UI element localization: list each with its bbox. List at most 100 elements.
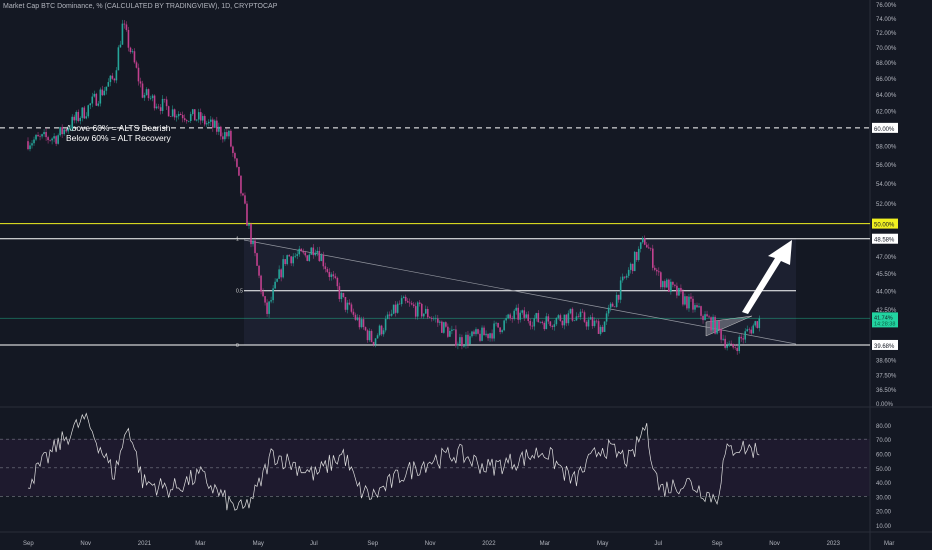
candle — [537, 313, 540, 323]
candle — [141, 83, 144, 98]
candle — [208, 121, 210, 124]
candle — [81, 107, 84, 118]
candle — [151, 95, 154, 99]
candle — [465, 334, 467, 347]
candle — [742, 338, 745, 340]
candle — [193, 109, 196, 121]
candle — [519, 312, 522, 320]
candle — [475, 329, 477, 335]
candle — [354, 314, 357, 320]
candle — [730, 343, 732, 345]
candle — [651, 248, 654, 268]
time-tick-label: 2023 — [827, 541, 841, 547]
chart-svg[interactable]: 76.00% 74.00% 72.00% 70.00% 68.00% 66.00% 64.0… — [0, 0, 932, 550]
candle — [676, 285, 678, 296]
candle — [589, 317, 592, 320]
candle — [222, 136, 224, 140]
candle — [525, 314, 528, 318]
candle — [553, 324, 556, 327]
candle — [684, 296, 686, 305]
price-tick-label: 47.00% — [876, 255, 897, 261]
candle — [47, 137, 49, 141]
candle — [95, 93, 98, 106]
candle — [195, 119, 198, 121]
time-tick-label: Jul — [654, 541, 662, 547]
candle — [463, 346, 465, 347]
candle — [197, 112, 200, 120]
candle — [621, 276, 624, 281]
candle — [511, 318, 513, 320]
candle — [571, 308, 574, 321]
fib-label: 0 — [236, 343, 239, 349]
candle — [310, 247, 313, 255]
candle — [143, 95, 146, 98]
candle — [579, 311, 582, 318]
candle — [254, 240, 256, 254]
candle — [185, 120, 188, 122]
candle — [726, 345, 728, 348]
candle — [246, 203, 248, 226]
candle — [509, 314, 511, 319]
candle — [296, 254, 299, 256]
candle — [758, 318, 761, 328]
candle — [531, 325, 534, 327]
candle — [641, 238, 644, 243]
candle — [330, 274, 333, 278]
rsi-tick-label: 80.00 — [876, 424, 892, 430]
candle — [398, 303, 401, 305]
price-tick-label: 44.00% — [876, 290, 897, 296]
candle — [583, 312, 586, 322]
candle — [527, 314, 530, 322]
candle — [479, 333, 481, 341]
candle — [724, 338, 726, 348]
candle — [45, 132, 47, 138]
candle — [378, 325, 381, 336]
candle — [481, 327, 483, 341]
candle — [748, 329, 751, 330]
candle — [447, 326, 449, 337]
candle — [127, 29, 130, 48]
candle — [754, 321, 757, 326]
candle — [181, 114, 184, 119]
candle — [352, 311, 355, 315]
candle — [55, 136, 57, 144]
time-tick-label: Sep — [712, 541, 723, 547]
candle — [159, 107, 162, 111]
candle — [627, 269, 630, 276]
candle — [639, 242, 642, 249]
candle — [702, 315, 704, 321]
candle — [288, 255, 290, 257]
candle — [111, 75, 114, 79]
candle — [660, 272, 662, 288]
candle — [201, 116, 204, 121]
candle — [654, 267, 656, 270]
candle — [461, 337, 463, 347]
candle — [593, 320, 596, 327]
candle — [613, 306, 616, 308]
candle — [545, 316, 548, 330]
candle — [264, 296, 266, 303]
candle — [666, 279, 668, 288]
candle — [692, 298, 694, 310]
candle — [388, 314, 391, 316]
candle — [121, 23, 124, 45]
candle — [451, 329, 453, 331]
candle — [228, 130, 230, 137]
candle — [489, 333, 491, 339]
candle — [633, 251, 636, 272]
candle — [244, 195, 246, 204]
candle — [37, 134, 39, 137]
candle — [139, 81, 142, 84]
candle — [340, 292, 343, 300]
candle — [69, 128, 71, 130]
candle — [625, 275, 628, 278]
candle — [585, 321, 588, 327]
candle — [220, 126, 222, 137]
chart-area[interactable]: 76.00% 74.00% 72.00% 70.00% 68.00% 66.00% 64.0… — [0, 0, 932, 550]
candle — [477, 329, 479, 334]
candle — [240, 175, 242, 194]
candle — [431, 318, 433, 319]
candle — [314, 252, 317, 256]
candle — [366, 330, 369, 341]
candle — [716, 321, 718, 334]
